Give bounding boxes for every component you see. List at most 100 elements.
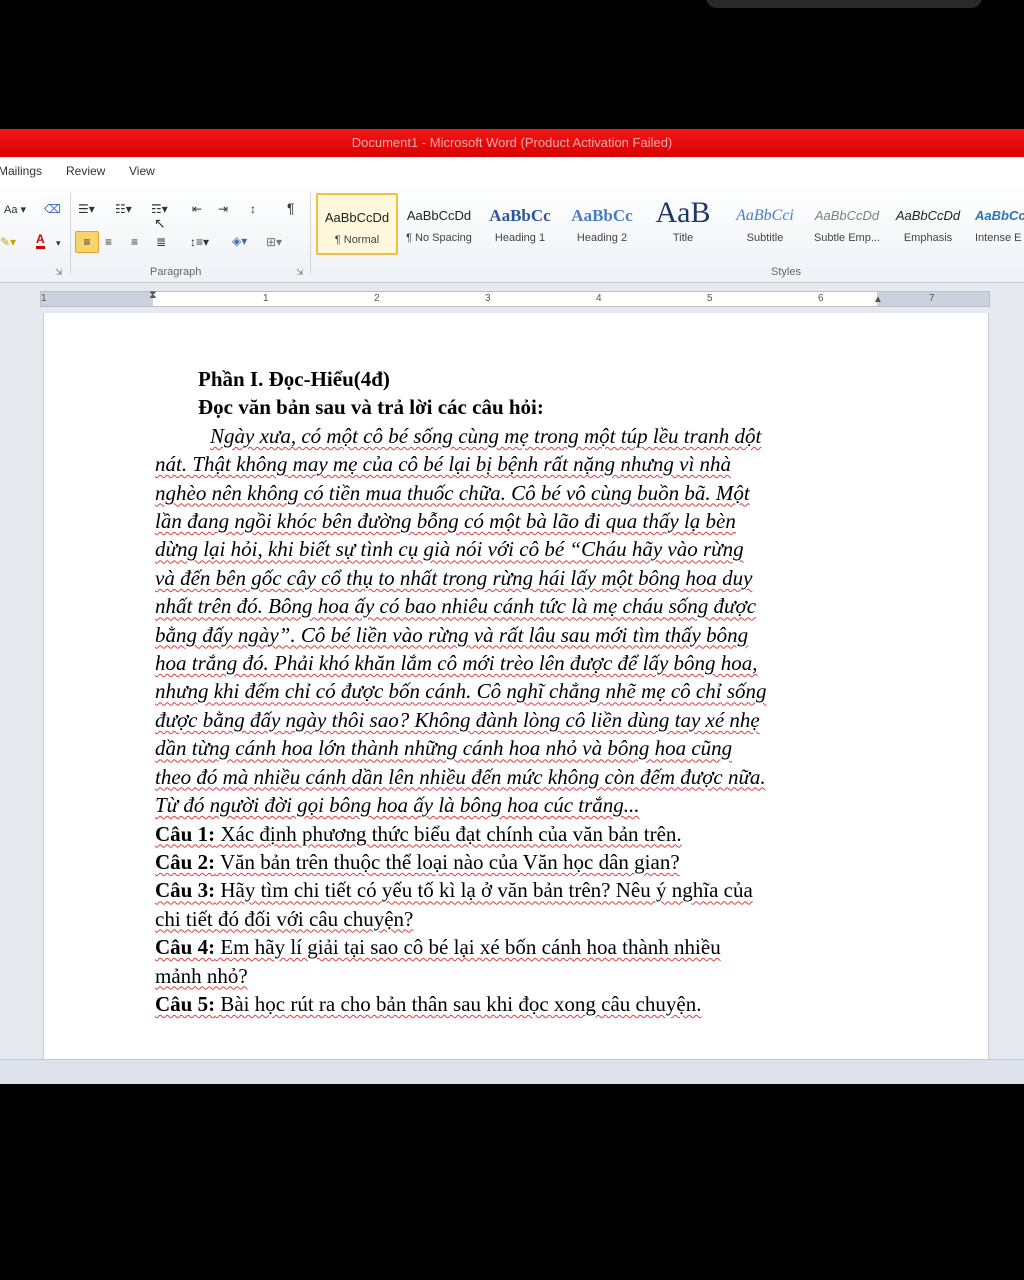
ruler-number: 5 bbox=[707, 293, 713, 304]
style-name: Subtle Emp... bbox=[813, 232, 881, 244]
style-heading-2[interactable]: AaBbCc Heading 2 bbox=[561, 193, 643, 255]
paragraph-group-label: Paragraph bbox=[150, 266, 202, 278]
style-subtle-emphasis[interactable]: AaBbCcDd Subtle Emp... bbox=[806, 193, 888, 255]
question-5: Câu 5: Bài học rút ra cho bản thân sau k… bbox=[155, 990, 895, 1018]
story-line: nghèo nên không có tiền mua thuốc chữa. … bbox=[155, 480, 750, 505]
align-center-icon[interactable]: ≡ bbox=[105, 234, 112, 250]
style-sample: AaBbCcDd bbox=[406, 208, 472, 223]
font-color-icon[interactable]: A bbox=[36, 233, 45, 249]
shading-icon[interactable]: ◈▾ bbox=[232, 233, 247, 249]
clear-format-icon[interactable]: ⌫ bbox=[44, 201, 61, 217]
story-line: dần từng cánh hoa lớn thành những cánh h… bbox=[155, 736, 733, 761]
tab-view[interactable]: View bbox=[129, 164, 155, 178]
question-2: Câu 2: Văn bản trên thuộc thể loại nào c… bbox=[155, 848, 895, 876]
ruler-number: 4 bbox=[596, 293, 602, 304]
style-heading-1[interactable]: AaBbCc Heading 1 bbox=[479, 193, 561, 255]
style-emphasis[interactable]: AaBbCcDd Emphasis bbox=[887, 193, 969, 255]
story-line: bằng đấy ngày”. Cô bé liền vào rừng và r… bbox=[155, 622, 749, 647]
ribbon-tabs: Mailings Review View bbox=[0, 157, 1024, 185]
question-4-continued: mảnh nhỏ? bbox=[155, 963, 248, 988]
style-sample: AaBbCc bbox=[975, 208, 1024, 223]
increase-indent-icon[interactable]: ⇥ bbox=[218, 201, 228, 217]
ruler-number: 1 bbox=[263, 293, 269, 304]
style-sample: AaBbCcDd bbox=[814, 208, 880, 223]
numbering-icon[interactable]: ☷▾ bbox=[115, 201, 132, 217]
style-sample: AaBbCci bbox=[736, 207, 794, 224]
style-subtitle[interactable]: AaBbCci Subtitle bbox=[724, 193, 806, 255]
story-line: dừng lại hỏi, khi biết sự tình cụ già nó… bbox=[155, 537, 744, 562]
instruction-line: Đọc văn bản sau và trả lời các câu hỏi: bbox=[198, 395, 544, 420]
question-label: Câu 4: bbox=[155, 935, 216, 960]
style-name: ¶ No Spacing bbox=[406, 232, 472, 244]
tab-mailings[interactable]: Mailings bbox=[0, 164, 42, 178]
story-line: Ngày xưa, có một cô bé sống cùng mẹ tron… bbox=[210, 423, 762, 448]
first-line-indent-marker-icon[interactable]: ⧗ bbox=[149, 288, 157, 302]
style-sample: AaBbCcDd bbox=[895, 208, 961, 223]
story-line: theo đó mà nhiều cánh dần lên nhiều đến … bbox=[155, 764, 766, 789]
question-label: Câu 1: bbox=[155, 821, 216, 846]
highlight-color-icon[interactable]: ✎▾ bbox=[0, 234, 16, 250]
change-case-button[interactable]: Aa ▾ bbox=[4, 202, 26, 218]
style-sample: AaB bbox=[655, 197, 711, 229]
question-4: Câu 4: Em hãy lí giải tại sao cô bé lại … bbox=[155, 933, 895, 961]
style-title[interactable]: AaB Title bbox=[642, 193, 724, 255]
question-text: Văn bản trên thuộc thể loại nào của Văn … bbox=[215, 849, 680, 874]
ribbon: Aa ▾ ⌫ ☰▾ ☷▾ ☶▾ ⇤ ⇥ ↕ ¶ ↖ ✎▾ A ▾ ≡ ≡ ≡ ≣… bbox=[0, 185, 1024, 283]
story-line: nhất trên đó. Bông hoa ấy có bao nhiêu c… bbox=[155, 594, 757, 619]
style-sample: AaBbCc bbox=[571, 206, 633, 225]
story-line: Từ đó người đời gọi bông hoa ấy là bông … bbox=[155, 793, 640, 818]
story-line: lần đang ngồi khóc bên đường bỗng có một… bbox=[155, 509, 736, 534]
align-left-icon[interactable]: ≡ bbox=[75, 231, 99, 253]
question-text: Em hãy lí giải tại sao cô bé lại xé bốn … bbox=[215, 935, 721, 960]
align-right-icon[interactable]: ≡ bbox=[131, 234, 138, 250]
sort-icon[interactable]: ↕ bbox=[250, 201, 256, 217]
decrease-indent-icon[interactable]: ⇤ bbox=[192, 201, 202, 217]
ruler-number: 2 bbox=[374, 293, 380, 304]
question-3-continued: chi tiết đó đối với câu chuyện? bbox=[155, 906, 414, 931]
line-spacing-icon[interactable]: ↕≡▾ bbox=[190, 234, 209, 250]
font-dialog-launcher-icon[interactable]: ⇲ bbox=[55, 267, 63, 278]
story-line: và đến bên gốc cây cổ thụ to nhất trong … bbox=[155, 565, 753, 590]
style-name: Subtitle bbox=[746, 232, 784, 244]
bullets-icon[interactable]: ☰▾ bbox=[78, 201, 95, 217]
style-name: Heading 1 bbox=[494, 232, 546, 244]
question-text: Hãy tìm chi tiết có yếu tố kì lạ ở văn b… bbox=[215, 878, 753, 903]
mouse-cursor-icon: ↖ bbox=[154, 215, 166, 231]
right-indent-marker-icon[interactable]: ▲ bbox=[873, 293, 883, 307]
style-sample: AaBbCc bbox=[489, 206, 551, 225]
ruler-number: 1 bbox=[41, 293, 47, 304]
style-name: ¶ Normal bbox=[334, 234, 380, 246]
story-line: nát. Thật không may mẹ của cô bé lại bị … bbox=[155, 452, 732, 477]
question-text: Xác định phương thức biểu đạt chính của … bbox=[215, 821, 682, 846]
story-line: nhưng khi đếm chỉ có được bốn cánh. Cô n… bbox=[155, 679, 767, 704]
story-line: hoa trắng đó. Phải khó khăn lắm cô mới t… bbox=[155, 651, 758, 676]
question-text: Bài học rút ra cho bản thân sau khi đọc … bbox=[215, 991, 702, 1016]
title-bar: Document1 - Microsoft Word (Product Acti… bbox=[0, 129, 1024, 157]
question-3: Câu 3: Hãy tìm chi tiết có yếu tố kì lạ … bbox=[155, 876, 895, 904]
question-label: Câu 5: bbox=[155, 991, 216, 1016]
style-intense-emphasis[interactable]: AaBbCc Intense E bbox=[969, 193, 1024, 255]
group-separator bbox=[310, 193, 311, 273]
word-window: Document1 - Microsoft Word (Product Acti… bbox=[0, 129, 1024, 1084]
document-page[interactable]: Phần I. Đọc-Hiểu(4đ) Đọc văn bản sau và … bbox=[43, 313, 989, 1059]
style-sample: AaBbCcDd bbox=[324, 210, 390, 225]
justify-icon[interactable]: ≣ bbox=[156, 234, 166, 250]
paragraph-dialog-launcher-icon[interactable]: ⇲ bbox=[296, 267, 304, 278]
section-heading: Phần I. Đọc-Hiểu(4đ) bbox=[198, 367, 390, 391]
question-label: Câu 3: bbox=[155, 878, 216, 903]
borders-icon[interactable]: ⊞▾ bbox=[266, 234, 282, 250]
tab-review[interactable]: Review bbox=[66, 164, 105, 178]
style-name: Emphasis bbox=[903, 232, 953, 244]
story-line: được bằng đấy ngày thôi sao? Không đành … bbox=[155, 707, 760, 732]
style-no-spacing[interactable]: AaBbCcDd ¶ No Spacing bbox=[398, 193, 480, 255]
ruler-left-margin bbox=[41, 292, 153, 306]
document-body[interactable]: Phần I. Đọc-Hiểu(4đ) Đọc văn bản sau và … bbox=[155, 365, 895, 1018]
horizontal-ruler[interactable]: 1 1 2 3 4 5 6 7 ⧗ ▲ bbox=[40, 288, 990, 307]
window-title: Document1 - Microsoft Word (Product Acti… bbox=[351, 135, 673, 150]
show-formatting-button[interactable]: ¶ bbox=[287, 200, 295, 216]
change-case-label: Aa bbox=[4, 204, 18, 216]
font-color-dropdown-icon[interactable]: ▾ bbox=[56, 235, 61, 251]
group-separator bbox=[70, 193, 71, 273]
style-name: Intense E bbox=[975, 232, 1022, 244]
style-normal[interactable]: AaBbCcDd ¶ Normal bbox=[316, 193, 398, 255]
